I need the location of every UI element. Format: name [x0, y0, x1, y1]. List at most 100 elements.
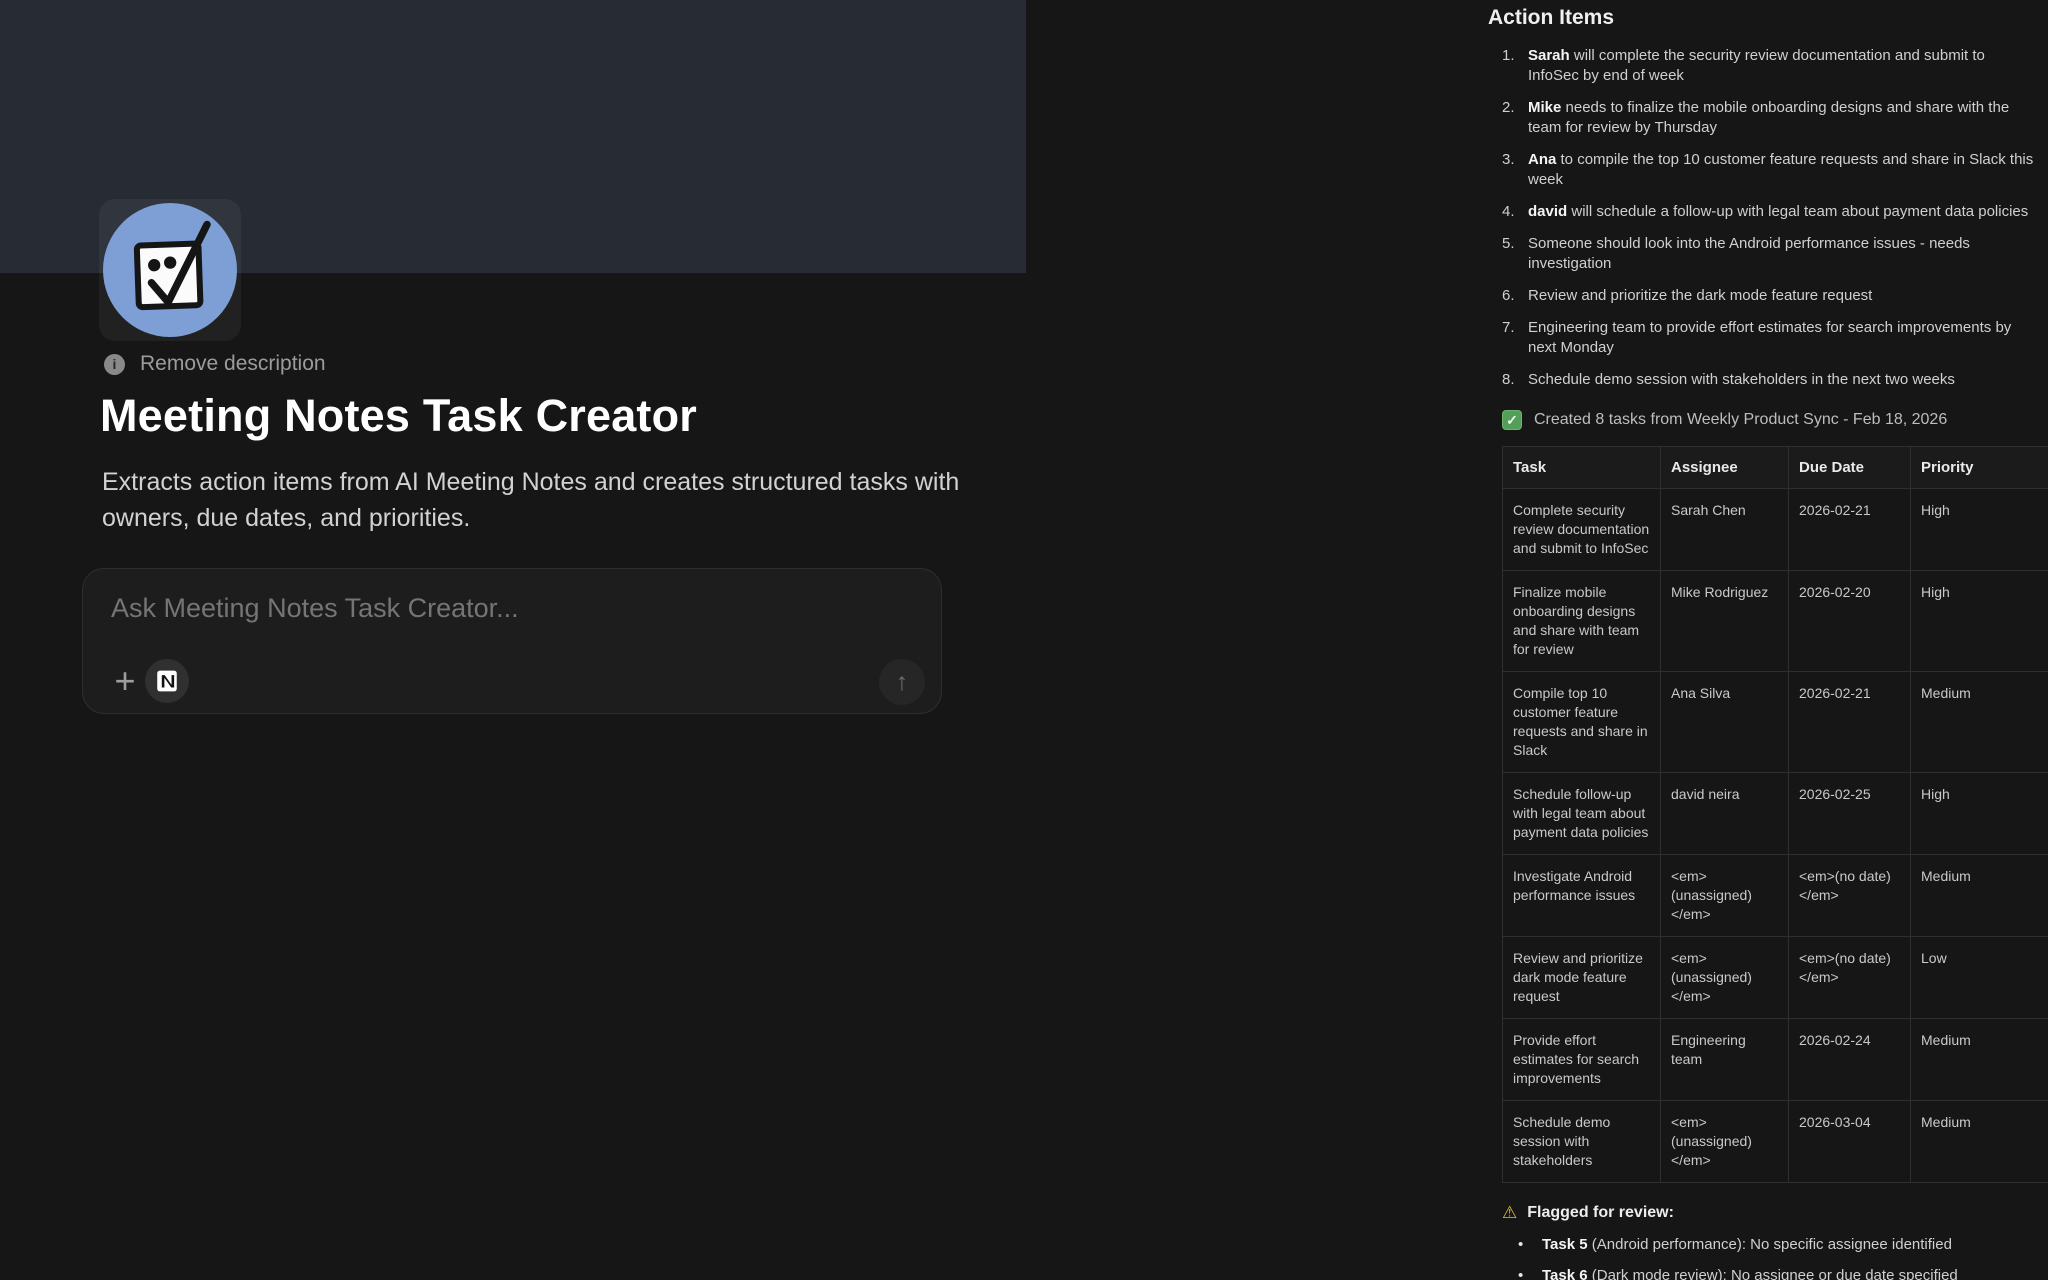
list-text: Someone should look into the Android per… [1528, 234, 2034, 274]
table-row: Investigate Android performance issues <… [1503, 855, 2048, 937]
cell-priority: High [1911, 773, 2048, 855]
cell-task: Review and prioritize dark mode feature … [1503, 937, 1661, 1019]
cell-due-date: 2026-02-21 [1789, 672, 1911, 773]
cell-priority: Medium [1911, 672, 2048, 773]
attach-button[interactable]: + [105, 661, 145, 701]
list-item: 2. Mike needs to finalize the mobile onb… [1488, 98, 2048, 138]
task-ref: Task 5 [1542, 1236, 1588, 1253]
list-item: 7. Engineering team to provide effort es… [1488, 318, 2048, 358]
list-item: 6. Review and prioritize the dark mode f… [1488, 286, 2048, 306]
cell-assignee: <em>(unassigned) </em> [1661, 1101, 1789, 1183]
created-tasks-table: Task Assignee Due Date Priority Complete… [1502, 446, 2048, 1183]
list-number: 5. [1488, 234, 1528, 274]
flagged-item: • Task 6 (Dark mode review): No assignee… [1518, 1266, 2048, 1280]
list-item: 8. Schedule demo session with stakeholde… [1488, 370, 2048, 390]
agent-prompt-input[interactable]: Ask Meeting Notes Task Creator... + ↑ [82, 568, 942, 714]
flagged-item: • Task 5 (Android performance): No speci… [1518, 1235, 2048, 1255]
list-number: 6. [1488, 286, 1528, 306]
prompt-placeholder: Ask Meeting Notes Task Creator... [111, 593, 519, 624]
ai-response-panel: Action Items 1. Sarah will complete the … [1488, 0, 2048, 1280]
table-row: Review and prioritize dark mode feature … [1503, 937, 2048, 1019]
cell-due-date: 2026-03-04 [1789, 1101, 1911, 1183]
cell-assignee: Engineering team [1661, 1019, 1789, 1101]
list-number: 1. [1488, 46, 1528, 86]
task-ref: Task 6 [1542, 1267, 1588, 1280]
cell-priority: Medium [1911, 855, 2048, 937]
action-items-heading: Action Items [1488, 6, 2048, 30]
list-text: Review and prioritize the dark mode feat… [1528, 286, 2034, 306]
cell-priority: Medium [1911, 1019, 2048, 1101]
cell-priority: High [1911, 571, 2048, 672]
list-text: Sarah will complete the security review … [1528, 46, 2034, 86]
info-icon: i [104, 354, 125, 375]
list-number: 4. [1488, 202, 1528, 222]
list-text: Engineering team to provide effort estim… [1528, 318, 2034, 358]
table-row: Schedule follow-up with legal team about… [1503, 773, 2048, 855]
cell-assignee: <em>(unassigned) </em> [1661, 937, 1789, 1019]
bullet-icon: • [1518, 1266, 1542, 1280]
list-number: 7. [1488, 318, 1528, 358]
warning-icon: ⚠ [1502, 1203, 1517, 1223]
assignee-name: Ana [1528, 151, 1556, 168]
table-row: Schedule demo session with stakeholders … [1503, 1101, 2048, 1183]
cell-task: Complete security review documentation a… [1503, 489, 1661, 571]
table-row: Compile top 10 customer feature requests… [1503, 672, 2048, 773]
app-window: i Remove description Meeting Notes Task … [0, 0, 2048, 1280]
cell-task: Investigate Android performance issues [1503, 855, 1661, 937]
table-row: Provide effort estimates for search impr… [1503, 1019, 2048, 1101]
cell-assignee: <em>(unassigned) </em> [1661, 855, 1789, 937]
remove-description-label: Remove description [140, 352, 326, 376]
list-text: Schedule demo session with stakeholders … [1528, 370, 2034, 390]
cell-due-date: 2026-02-21 [1789, 489, 1911, 571]
cell-due-date: <em>(no date) </em> [1789, 855, 1911, 937]
arrow-up-icon: ↑ [896, 668, 909, 697]
tasks-created-status: ✓ Created 8 tasks from Weekly Product Sy… [1502, 410, 2048, 430]
plus-icon: + [114, 660, 135, 702]
cell-priority: High [1911, 489, 2048, 571]
page-description[interactable]: Extracts action items from AI Meeting No… [102, 464, 1002, 536]
send-button[interactable]: ↑ [879, 659, 925, 705]
notion-source-button[interactable] [145, 659, 189, 703]
cell-task: Provide effort estimates for search impr… [1503, 1019, 1661, 1101]
cell-due-date: 2026-02-20 [1789, 571, 1911, 672]
list-item: 1. Sarah will complete the security revi… [1488, 46, 2048, 86]
table-row: Finalize mobile onboarding designs and s… [1503, 571, 2048, 672]
cell-assignee: david neira [1661, 773, 1789, 855]
list-text: Ana to compile the top 10 customer featu… [1528, 150, 2034, 190]
list-number: 8. [1488, 370, 1528, 390]
cell-priority: Low [1911, 937, 2048, 1019]
list-number: 3. [1488, 150, 1528, 190]
cell-priority: Medium [1911, 1101, 2048, 1183]
column-header-assignee: Assignee [1661, 447, 1789, 489]
cell-assignee: Ana Silva [1661, 672, 1789, 773]
list-text: Mike needs to finalize the mobile onboar… [1528, 98, 2034, 138]
green-check-icon: ✓ [1502, 410, 1522, 430]
page-title[interactable]: Meeting Notes Task Creator [100, 390, 697, 442]
status-text: Created 8 tasks from Weekly Product Sync… [1534, 411, 1947, 429]
notion-logo-icon [154, 668, 180, 694]
list-number: 2. [1488, 98, 1528, 138]
list-item: 4. david will schedule a follow-up with … [1488, 202, 2048, 222]
assignee-name: Sarah [1528, 47, 1570, 64]
page-icon[interactable] [103, 203, 237, 337]
column-header-task: Task [1503, 447, 1661, 489]
list-text: david will schedule a follow-up with leg… [1528, 202, 2034, 222]
cell-task: Schedule follow-up with legal team about… [1503, 773, 1661, 855]
column-header-due-date: Due Date [1789, 447, 1911, 489]
remove-description-button[interactable]: i Remove description [104, 352, 326, 376]
list-item: 3. Ana to compile the top 10 customer fe… [1488, 150, 2048, 190]
assignee-name: Mike [1528, 99, 1561, 116]
bullet-icon: • [1518, 1235, 1542, 1255]
table-header-row: Task Assignee Due Date Priority [1503, 447, 2048, 489]
list-item: 5. Someone should look into the Android … [1488, 234, 2048, 274]
table-row: Complete security review documentation a… [1503, 489, 2048, 571]
cell-task: Compile top 10 customer feature requests… [1503, 672, 1661, 773]
cell-assignee: Sarah Chen [1661, 489, 1789, 571]
cell-task: Schedule demo session with stakeholders [1503, 1101, 1661, 1183]
cell-due-date: 2026-02-24 [1789, 1019, 1911, 1101]
cell-task: Finalize mobile onboarding designs and s… [1503, 571, 1661, 672]
column-header-priority: Priority [1911, 447, 2048, 489]
cell-due-date: <em>(no date) </em> [1789, 937, 1911, 1019]
cell-assignee: Mike Rodriguez [1661, 571, 1789, 672]
assignee-name: david [1528, 203, 1567, 220]
